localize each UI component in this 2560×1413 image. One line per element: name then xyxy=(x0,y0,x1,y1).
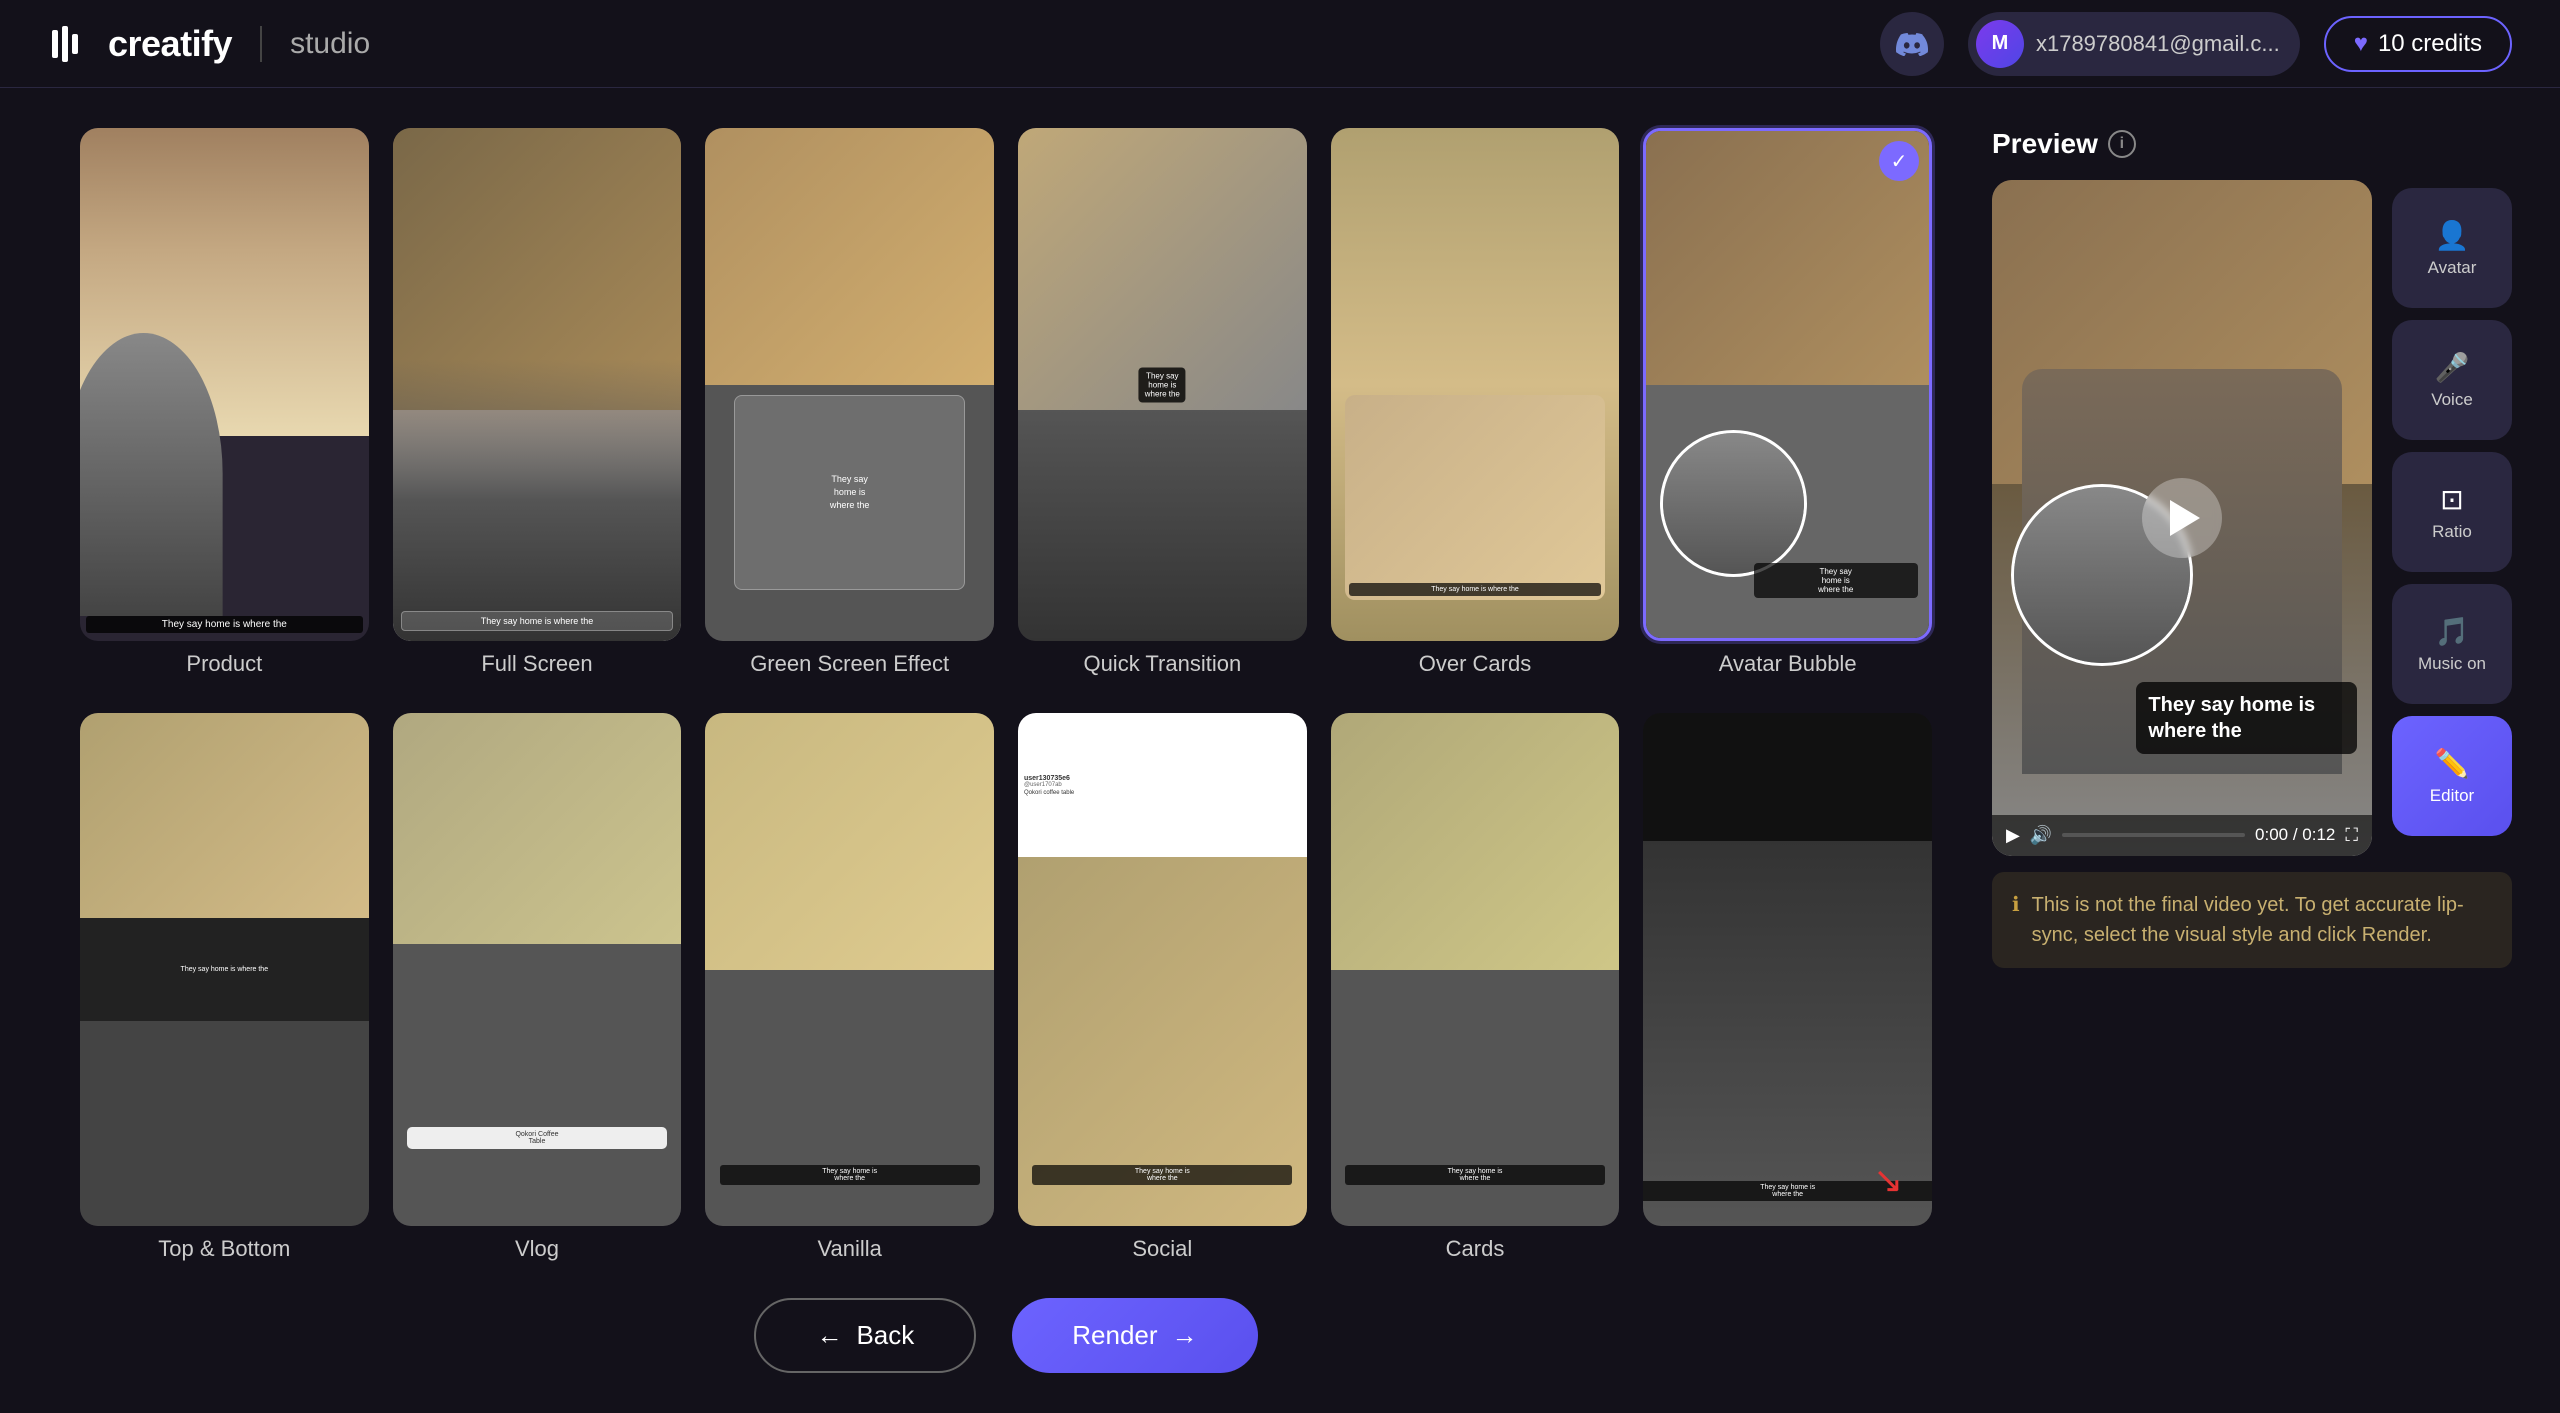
selected-check: ✓ xyxy=(1879,141,1919,181)
bottom-buttons: ← Back Render → xyxy=(80,1298,1932,1373)
back-arrow: ← xyxy=(816,1320,842,1351)
heart-icon: ♥ xyxy=(2354,30,2368,58)
volume-icon[interactable]: 🔊 xyxy=(2030,825,2052,846)
card-green-screen[interactable]: They sayhome iswhere the Green Screen Ef… xyxy=(705,128,994,677)
card-vlog[interactable]: Qokori CoffeeTable Vlog xyxy=(393,713,682,1262)
logo-text: creatify xyxy=(108,23,232,65)
card-cards2[interactable]: They say home iswhere the Cards xyxy=(1331,713,1620,1262)
card-product[interactable]: They say home is where the Product xyxy=(80,128,369,677)
logo-divider xyxy=(260,26,262,62)
card-top-bottom[interactable]: They say home is where the Top & Bottom xyxy=(80,713,369,1262)
play-ctrl-icon[interactable]: ▶ xyxy=(2006,825,2020,846)
side-btn-avatar[interactable]: 👤 Avatar xyxy=(2392,188,2512,308)
fullscreen-icon[interactable]: ⛶ xyxy=(2345,825,2358,846)
notice-icon: ℹ xyxy=(2012,892,2020,917)
user-pill[interactable]: M x1789780841@gmail.c... xyxy=(1968,12,2300,76)
video-grid-row2: They say home is where the Top & Bottom … xyxy=(80,713,1932,1262)
side-btn-music[interactable]: 🎵 Music on xyxy=(2392,584,2512,704)
header-right: M x1789780841@gmail.c... ♥ 10 credits xyxy=(1880,12,2512,76)
label-top-bottom: Top & Bottom xyxy=(80,1236,369,1262)
label-over-cards: Over Cards xyxy=(1331,651,1620,677)
side-btn-ratio[interactable]: ⊡ Ratio xyxy=(2392,452,2512,572)
logo-area: creatify studio xyxy=(48,22,370,66)
time-display: 0:00 / 0:12 xyxy=(2255,825,2335,845)
ratio-side-icon: ⊡ xyxy=(2440,483,2463,516)
card-avatar-bubble[interactable]: ✓ They sayhome iswhere the Avatar Bubble xyxy=(1643,128,1932,677)
main-content: They say home is where the Product They … xyxy=(0,88,2560,1413)
label-avatar-bubble: Avatar Bubble xyxy=(1643,651,1932,677)
editor-side-icon: ✏️ xyxy=(2435,747,2470,780)
progress-bar[interactable] xyxy=(2062,833,2245,837)
notice-text: This is not the final video yet. To get … xyxy=(2032,890,2492,950)
card-full-screen[interactable]: They say home is where the Full Screen xyxy=(393,128,682,677)
card-quick-transition[interactable]: They sayhome iswhere the Quick Transitio… xyxy=(1018,128,1307,677)
editor-side-label: Editor xyxy=(2430,786,2474,806)
label-product: Product xyxy=(80,651,369,677)
caption-full: They say home is where the xyxy=(401,611,674,631)
music-side-label: Music on xyxy=(2418,654,2486,674)
preview-title-text: Preview xyxy=(1992,128,2098,160)
side-buttons: 👤 Avatar 🎤 Voice ⊡ Ratio 🎵 Music on ✏️ xyxy=(2392,180,2512,856)
label-cards2: Cards xyxy=(1331,1236,1620,1262)
side-btn-editor[interactable]: ✏️ Editor xyxy=(2392,716,2512,836)
discord-button[interactable] xyxy=(1880,12,1944,76)
preview-title: Preview i xyxy=(1992,128,2136,160)
avatar-side-icon: 👤 xyxy=(2435,219,2470,252)
bubble-caption-text: They sayhome iswhere the xyxy=(1754,563,1918,598)
voice-side-icon: 🎤 xyxy=(2435,351,2470,384)
header: creatify studio M x1789780841@gmail.c...… xyxy=(0,0,2560,88)
credits-button[interactable]: ♥ 10 credits xyxy=(2324,16,2512,72)
preview-panel: Preview i xyxy=(1992,128,2512,1373)
notice-box: ℹ This is not the final video yet. To ge… xyxy=(1992,872,2512,968)
user-email: x1789780841@gmail.c... xyxy=(2036,31,2280,57)
label-green-screen: Green Screen Effect xyxy=(705,651,994,677)
label-vlog: Vlog xyxy=(393,1236,682,1262)
render-arrow: → xyxy=(1172,1320,1198,1351)
card-vanilla[interactable]: They say home iswhere the Vanilla xyxy=(705,713,994,1262)
preview-play-button[interactable] xyxy=(2142,478,2222,558)
preview-video: They say home is where the ▶ 🔊 0:00 / 0:… xyxy=(1992,180,2372,856)
render-button[interactable]: Render → xyxy=(1012,1298,1257,1373)
bubble-circle xyxy=(1660,430,1807,577)
voice-side-label: Voice xyxy=(2431,390,2473,410)
caption-product: They say home is where the xyxy=(86,616,363,633)
video-grid-row1: They say home is where the Product They … xyxy=(80,128,1932,677)
back-label: Back xyxy=(856,1320,914,1351)
card-social[interactable]: user130735e6 @user1707ab Qokori coffee t… xyxy=(1018,713,1307,1262)
card-over-cards[interactable]: They say home is where the Over Cards xyxy=(1331,128,1620,677)
arrow-indicator: ↘ xyxy=(1873,1159,1903,1201)
label-quick-transition: Quick Transition xyxy=(1018,651,1307,677)
render-label: Render xyxy=(1072,1320,1157,1351)
preview-content: They say home is where the ▶ 🔊 0:00 / 0:… xyxy=(1992,180,2512,856)
credits-label: 10 credits xyxy=(2378,30,2482,58)
preview-controls: ▶ 🔊 0:00 / 0:12 ⛶ xyxy=(1992,815,2372,856)
label-full-screen: Full Screen xyxy=(393,651,682,677)
preview-video-wrap: They say home is where the ▶ 🔊 0:00 / 0:… xyxy=(1992,180,2372,856)
label-vanilla: Vanilla xyxy=(705,1236,994,1262)
avatar-side-label: Avatar xyxy=(2428,258,2477,278)
label-social: Social xyxy=(1018,1236,1307,1262)
card-dark-video[interactable]: They say home iswhere the ↘ xyxy=(1643,713,1932,1262)
logo-icon xyxy=(48,22,92,66)
play-triangle xyxy=(2170,500,2200,536)
caption-qt: They sayhome iswhere the xyxy=(1139,367,1186,402)
preview-caption: They say home is where the xyxy=(2136,682,2356,754)
side-btn-voice[interactable]: 🎤 Voice xyxy=(2392,320,2512,440)
back-button[interactable]: ← Back xyxy=(754,1298,976,1373)
user-avatar: M xyxy=(1976,20,2024,68)
info-icon: i xyxy=(2108,130,2136,158)
grid-area: They say home is where the Product They … xyxy=(80,128,1932,1373)
ratio-side-label: Ratio xyxy=(2432,522,2472,542)
music-side-icon: 🎵 xyxy=(2435,615,2470,648)
studio-text: studio xyxy=(290,27,370,61)
